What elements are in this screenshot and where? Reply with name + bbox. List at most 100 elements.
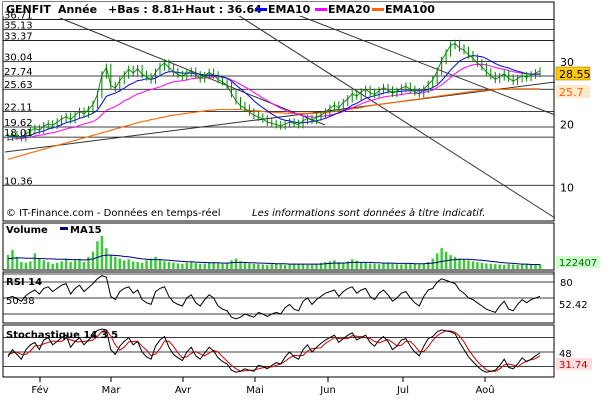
volume-bar [60,261,63,269]
volume-bar [87,256,90,269]
volume-bar [279,264,282,269]
volume-bar [458,258,461,269]
volume-bar [181,263,184,269]
volume-bar [82,262,86,269]
month-label: Jun [319,385,336,396]
volume-bar [136,262,139,269]
period-label: Année [58,3,97,16]
volume-bar [149,258,153,269]
left-tick-label: 25.63 [4,80,33,91]
disclaimer-text: Les informations sont données à titre in… [252,207,485,219]
volume-bar [91,251,95,269]
volume-bar [69,262,72,269]
volume-bar [283,264,287,269]
volume-bar [96,241,99,269]
volume-bar [163,261,166,269]
volume-bar [207,262,211,269]
volume-bar [328,261,332,269]
volume-bar [333,260,336,269]
volume-bar [400,264,403,269]
volume-bar [310,264,314,269]
month-label: Fév [31,384,48,396]
volume-bar [525,264,528,269]
rsi-left-label: 50.38 [6,296,35,307]
volume-bar [154,256,157,269]
volume-bar [203,263,206,269]
volume-bar [467,260,470,269]
volume-bar [373,263,376,269]
volume-bar [118,258,121,269]
volume-bar [288,264,291,269]
volume-bar [351,259,354,269]
volume-bar [109,255,113,269]
volume-bar [131,261,135,269]
last-price-value: 28.55 [559,68,591,81]
ema10-legend: EMA10 [268,3,311,16]
volume-bar [431,258,434,269]
volume-bar [140,262,144,269]
volume-bar [185,262,189,269]
volume-bar [114,256,117,269]
volume-bar [266,264,269,269]
volume-bar [100,236,104,269]
volume-bar [377,264,381,269]
volume-bar [498,264,501,269]
volume-bar [404,263,408,269]
volume-bar [485,263,488,269]
volume-bar [529,264,533,269]
volume-bar [243,262,247,269]
month-label: Aoû [475,384,494,396]
volume-bar [15,256,19,269]
left-tick-label: 35.13 [4,20,33,31]
volume-bar [453,256,457,269]
month-label: Avr [175,385,192,396]
volume-bar [359,262,363,269]
high-label: +Haut : 36.64 [176,3,262,16]
volume-bar [78,259,81,269]
ema100-swatch [372,8,384,11]
ema10-swatch [255,8,267,11]
volume-bar [105,248,108,269]
volume-bar [462,259,466,269]
ema20-legend: EMA20 [328,3,371,16]
volume-bar [386,262,390,269]
volume-bar [342,262,345,269]
stock-chart: GENFIT Année +Bas : 8.81 +Haut : 36.64 E… [2,1,600,396]
volume-bar [252,263,256,269]
volume-bar [471,261,475,269]
rsi-panel [2,271,555,324]
volume-bar [301,264,305,269]
volume-bar [435,253,439,269]
volume-bar [167,262,171,269]
volume-bar [194,263,197,269]
month-label: Mai [246,385,264,396]
volume-bar [20,262,23,269]
volume-bar [520,264,524,269]
volume-bar [440,248,443,269]
chart-stage: GENFIT Année +Bas : 8.81 +Haut : 36.64 E… [0,0,611,403]
rsi-title: RSI 14 [6,277,42,288]
volume-bar [476,262,479,269]
volume-bar [306,264,309,269]
right-tick-label: 20 [560,119,574,132]
volume-bar [190,262,193,269]
volume-bar [418,264,421,269]
volume-last-value: 122407 [559,258,597,269]
month-label: Mar [102,385,122,396]
volume-bar [480,262,484,269]
month-label: Jul [396,385,409,396]
volume-bar [503,264,506,269]
volume-bar [257,264,260,269]
volume-bar [511,264,515,269]
volume-bar [24,262,28,269]
last-ema-value: 25.7 [559,86,584,99]
ma15-swatch [60,227,68,230]
volume-bar [422,263,425,269]
volume-bar [33,253,37,269]
volume-bar [275,263,278,269]
volume-bar [449,255,452,269]
stoch-d-value: 31.74 [559,360,588,371]
volume-bar [73,260,77,269]
copyright-text: © IT-Finance.com - Données en temps-réel [6,207,221,219]
volume-bar [47,262,50,269]
